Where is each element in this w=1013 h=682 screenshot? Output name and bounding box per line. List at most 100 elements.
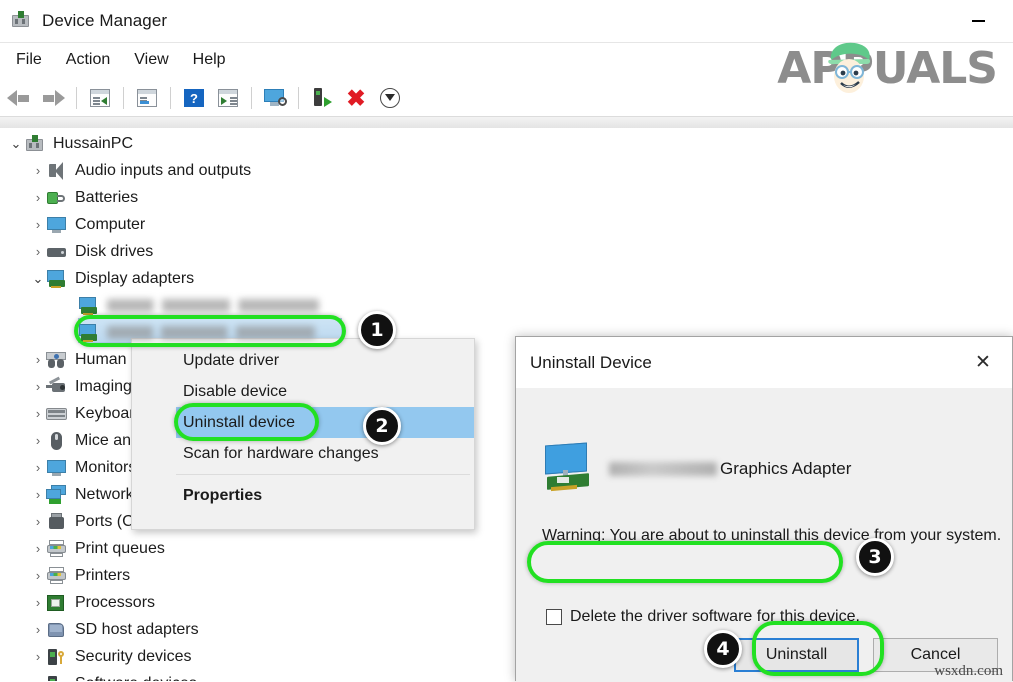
tree-item-batteries[interactable]: › Batteries: [0, 184, 1013, 211]
security-device-icon: [46, 647, 68, 667]
tree-item-label: Batteries: [75, 188, 139, 206]
chevron-right-icon[interactable]: ›: [30, 217, 46, 232]
back-arrow-icon[interactable]: [2, 83, 36, 113]
help-icon[interactable]: ?: [177, 83, 211, 113]
menu-item-scan-for-hardware-changes[interactable]: Scan for hardware changes: [132, 438, 474, 469]
menu-item-label: Disable device: [183, 382, 288, 400]
tree-item-hussainpc[interactable]: ⌄ HussainPC: [0, 130, 1013, 157]
toolbar-separator: [76, 87, 77, 109]
dialog-device-row: Graphics Adapter: [541, 442, 851, 495]
chevron-right-icon[interactable]: ›: [30, 676, 46, 681]
chevron-right-icon[interactable]: ›: [30, 352, 46, 367]
minimize-button[interactable]: [955, 0, 1001, 42]
chevron-right-icon[interactable]: ›: [30, 487, 46, 502]
delete-driver-checkbox[interactable]: Delete the driver software for this devi…: [546, 608, 860, 626]
tree-item-label: HussainPC: [53, 134, 134, 152]
sd-host-icon: [46, 620, 68, 640]
appuals-wordmark: APPUALS: [777, 42, 998, 94]
printer-icon: [46, 539, 68, 559]
menu-item-label: Uninstall device: [183, 413, 296, 431]
port-icon: [46, 512, 68, 532]
dialog-device-name: Graphics Adapter: [609, 459, 851, 479]
software-device-icon: [46, 674, 68, 681]
step-badge-2: 2: [363, 407, 401, 445]
chevron-right-icon[interactable]: ›: [30, 460, 46, 475]
menu-item-properties[interactable]: Properties: [132, 480, 474, 511]
monitor-icon: [46, 458, 68, 478]
tree-item-label: Display adapters: [75, 269, 195, 287]
scan-for-hardware-changes-icon[interactable]: [258, 83, 292, 113]
computer-icon: [24, 134, 46, 154]
tree-item-disk-drives[interactable]: › Disk drives: [0, 238, 1013, 265]
x-glyph: ✖: [346, 84, 366, 111]
display-adapter-icon: [78, 323, 100, 343]
chevron-right-icon[interactable]: ›: [30, 406, 46, 421]
page-title: Device Manager: [42, 11, 168, 30]
keyboard-icon: [46, 404, 68, 424]
menu-item-help[interactable]: Help: [181, 49, 238, 71]
tree-item-label: Processors: [75, 593, 156, 611]
forward-arrow-icon[interactable]: [36, 83, 70, 113]
chevron-right-icon[interactable]: ›: [30, 514, 46, 529]
chevron-right-icon[interactable]: ›: [30, 379, 46, 394]
dialog-body: Graphics Adapter Warning: You are about …: [516, 388, 1012, 682]
speaker-icon: [46, 161, 68, 181]
battery-icon: [46, 188, 68, 208]
tree-item-display-adapters[interactable]: ⌄ Display adapters: [0, 265, 1013, 292]
chevron-right-icon[interactable]: ›: [30, 163, 46, 178]
chevron-right-icon[interactable]: ›: [30, 541, 46, 556]
chevron-right-icon[interactable]: ›: [30, 568, 46, 583]
chevron-right-icon[interactable]: ›: [30, 595, 46, 610]
tree-item-label: Security devices: [75, 647, 192, 665]
imaging-icon: [46, 376, 68, 397]
show-hide-console-tree-icon[interactable]: [83, 83, 117, 113]
chevron-right-icon[interactable]: ›: [30, 190, 46, 205]
tree-item-label: Software devices: [75, 675, 197, 682]
menu-item-disable-device[interactable]: Disable device: [132, 376, 474, 407]
tree-item-display-adapter-2[interactable]: [0, 319, 1013, 346]
menu-item-view[interactable]: View: [122, 49, 180, 71]
menu-item-action[interactable]: Action: [54, 49, 122, 71]
window-title-bar: Device Manager: [0, 0, 1013, 42]
menu-item-label: Update driver: [183, 351, 280, 369]
disable-device-icon[interactable]: [373, 83, 407, 113]
dialog-warning-text: Warning: You are about to uninstall this…: [542, 527, 1002, 544]
uninstall-device-dialog: Uninstall Device ✕ Graphics Adapter Warn…: [515, 336, 1013, 682]
tree-item-label: Computer: [75, 215, 146, 233]
hid-icon: [46, 350, 68, 370]
tree-item-label: Audio inputs and outputs: [75, 161, 252, 179]
checkbox-label: Delete the driver software for this devi…: [570, 608, 860, 625]
chevron-right-icon[interactable]: ›: [30, 649, 46, 664]
toolbar-separator: [170, 87, 171, 109]
uninstall-button[interactable]: Uninstall: [734, 638, 859, 672]
uninstall-device-icon[interactable]: ✖: [339, 83, 373, 113]
tree-item-computer[interactable]: › Computer: [0, 211, 1013, 238]
toolbar-separator: [123, 87, 124, 109]
context-menu[interactable]: Update driver Disable device Uninstall d…: [131, 338, 475, 530]
menu-item-update-driver[interactable]: Update driver: [132, 345, 474, 376]
processor-icon: [46, 593, 68, 613]
chevron-down-icon[interactable]: ⌄: [30, 271, 46, 287]
chevron-right-icon[interactable]: ›: [30, 622, 46, 637]
tree-item-label: Printers: [75, 566, 131, 584]
properties-icon[interactable]: [130, 83, 164, 113]
chevron-right-icon[interactable]: ›: [30, 244, 46, 259]
tree-item-label: SD host adapters: [75, 620, 199, 638]
appuals-logo: APPUALS: [747, 40, 998, 96]
checkbox-box[interactable]: [546, 609, 562, 625]
redacted-device-name: [609, 462, 717, 476]
menu-item-file[interactable]: File: [4, 49, 54, 71]
appuals-mascot-icon: [828, 42, 871, 93]
menu-item-uninstall-device[interactable]: Uninstall device: [132, 407, 474, 438]
chevron-down-icon[interactable]: ⌄: [8, 136, 24, 152]
show-hide-action-pane-icon[interactable]: [211, 83, 245, 113]
toolbar-separator: [298, 87, 299, 109]
tree-item-display-adapter-1[interactable]: [0, 292, 1013, 319]
source-watermark: wsxdn.com: [934, 663, 1003, 679]
display-adapter-icon: [46, 269, 68, 289]
disk-drive-icon: [46, 242, 68, 262]
update-driver-icon[interactable]: [305, 83, 339, 113]
chevron-right-icon[interactable]: ›: [30, 433, 46, 448]
printer-icon: [46, 566, 68, 586]
tree-item-audio-inputs-and-outputs[interactable]: › Audio inputs and outputs: [0, 157, 1013, 184]
